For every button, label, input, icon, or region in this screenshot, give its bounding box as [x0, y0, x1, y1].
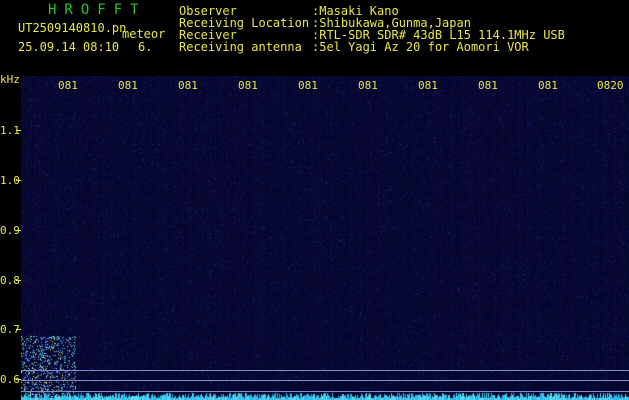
x-tick-label: 081 [538, 79, 558, 92]
y-tick [16, 180, 21, 181]
waterfall-spectrogram [21, 76, 629, 400]
y-tick [16, 130, 21, 131]
guide-line [21, 370, 629, 371]
y-tick [16, 379, 21, 380]
x-tick-label: 081 [478, 79, 498, 92]
y-tick [16, 280, 21, 281]
x-tick-label: 081 [238, 79, 258, 92]
count: 6. [138, 40, 153, 54]
x-tick-label: 081 [118, 79, 138, 92]
mode-label: meteor [122, 27, 166, 41]
x-tick-label: 0820 [597, 79, 624, 92]
x-tick-label: 081 [298, 79, 318, 92]
timestamp: 25.09.14 08:10 [18, 40, 120, 54]
y-unit: kHz [0, 73, 20, 86]
field-value: :5el Yagi Az 20 for Aomori VOR [312, 40, 529, 54]
x-tick-label: 081 [178, 79, 198, 92]
x-tick-label: 081 [358, 79, 378, 92]
y-tick [16, 329, 21, 330]
field-label: Receiving antenna [179, 40, 302, 54]
x-tick-label: 081 [418, 79, 438, 92]
app-brand: HROFFT [48, 2, 147, 18]
filename: UT2509140810.pn [18, 21, 127, 35]
x-tick-label: 081 [58, 79, 78, 92]
guide-line [21, 380, 629, 381]
spectrogram-canvas [21, 76, 629, 400]
guide-line [21, 391, 629, 392]
y-tick [16, 230, 21, 231]
